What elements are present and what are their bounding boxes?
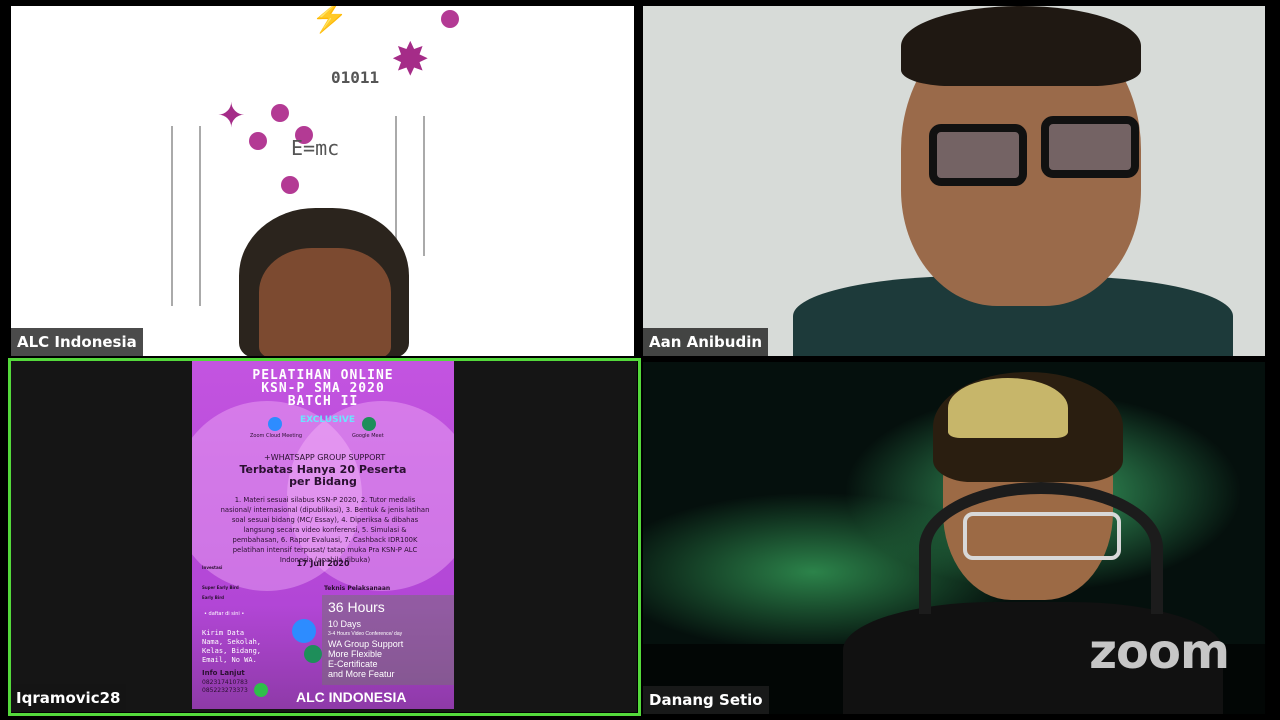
poster-features: 10 Days 3-4 Hours Video Conference/ day … [328, 619, 403, 679]
poster-brand: ALC INDONESIA [296, 689, 407, 705]
feature-item: More Flexible [328, 649, 383, 659]
feature-item: 10 Days [328, 619, 362, 629]
poster-hours: 36 Hours [328, 599, 385, 615]
video-tile-aan-anibudin[interactable]: Aan Anibudin [643, 6, 1265, 356]
feature-item: and More Featur [328, 669, 395, 679]
feature-item: E-Certificate [328, 659, 378, 669]
shared-poster: PELATIHAN ONLINE KSN-P SMA 2020 BATCH II… [192, 361, 454, 709]
star-doodle: ✦ [217, 97, 246, 135]
poster-title-line3: BATCH II [287, 394, 359, 409]
google-meet-icon [362, 417, 376, 431]
glasses-icon [1041, 116, 1139, 178]
molecule-doodle [249, 132, 267, 150]
whatsapp-icon [254, 683, 268, 697]
poster-kirim: Kirim Data Nama, Sekolah, Kelas, Bidang,… [202, 629, 261, 665]
glasses-icon [963, 512, 1121, 560]
participant-face [259, 248, 391, 356]
poster-exclusive: EXCLUSIVE [300, 415, 356, 425]
glasses-icon [929, 124, 1027, 186]
zoom-app-icon [292, 619, 316, 643]
formula-doodle: E=mc [291, 136, 340, 160]
participant-hair [901, 6, 1141, 86]
molecule-doodle [281, 176, 299, 194]
star-doodle: ✸ [391, 33, 430, 85]
poster-daftar: • daftar di sini • [204, 611, 245, 617]
binary-doodle: 01011 [331, 68, 380, 87]
kirim-line: Nama, Sekolah, [202, 638, 262, 646]
dna-doodle [395, 116, 425, 256]
phone-line: 082317410783 [202, 679, 248, 686]
poster-phones: 082317410783 085223273373 [202, 679, 248, 695]
molecule-doodle [441, 10, 459, 28]
poster-super-early: Super Early Bird [202, 585, 239, 590]
phone-line: 085223273373 [202, 687, 248, 694]
video-tile-iqramovic28[interactable]: PELATIHAN ONLINE KSN-P SMA 2020 BATCH II… [10, 360, 637, 712]
feature-item: WA Group Support [328, 639, 404, 649]
poster-info: Info Lanjut [202, 669, 245, 677]
kirim-line: Email, No WA. [202, 656, 257, 664]
google-meet-icon [304, 645, 322, 663]
poster-wa-support: +WHATSAPP GROUP SUPPORT [264, 453, 386, 462]
video-tile-alc-indonesia[interactable]: ✦ ✸ ⚡ E=mc 01011 ALC Indonesia [11, 6, 634, 356]
participant-name-tag: ALC Indonesia [11, 328, 143, 356]
kirim-line: Kelas, Bidang, [202, 647, 262, 655]
video-tile-danang-setio[interactable]: zoom Danang Setio [643, 362, 1265, 714]
kirim-line: Kirim Data [202, 629, 245, 637]
poster-zoom-label: Zoom Cloud Meeting [250, 433, 303, 439]
feature-item: 3-4 Hours Video Conference/ day [328, 631, 403, 637]
poster-teknis: Teknis Pelaksanaan [324, 585, 391, 592]
poster-meet-label: Google Meet [352, 433, 384, 439]
zoom-app-icon [268, 417, 282, 431]
zoom-logo: zoom [1089, 624, 1230, 680]
poster-investasi: Investasi [202, 565, 223, 570]
participant-name-tag: Danang Setio [643, 686, 769, 714]
poster-limit-line2: per Bidang [289, 475, 357, 488]
poster-benefits: 1. Materi sesuai silabus KSN-P 2020, 2. … [220, 496, 430, 564]
participant-name-tag: Aan Anibudin [643, 328, 769, 356]
participant-hat [948, 378, 1068, 438]
dna-doodle [171, 126, 201, 306]
participant-name-tag: Iqramovic28 [10, 684, 127, 712]
molecule-doodle [271, 104, 289, 122]
poster-early: Early Bird [202, 595, 225, 600]
bolt-doodle: ⚡ [311, 6, 349, 34]
poster-date: 17 Juli 2020 [296, 559, 350, 568]
